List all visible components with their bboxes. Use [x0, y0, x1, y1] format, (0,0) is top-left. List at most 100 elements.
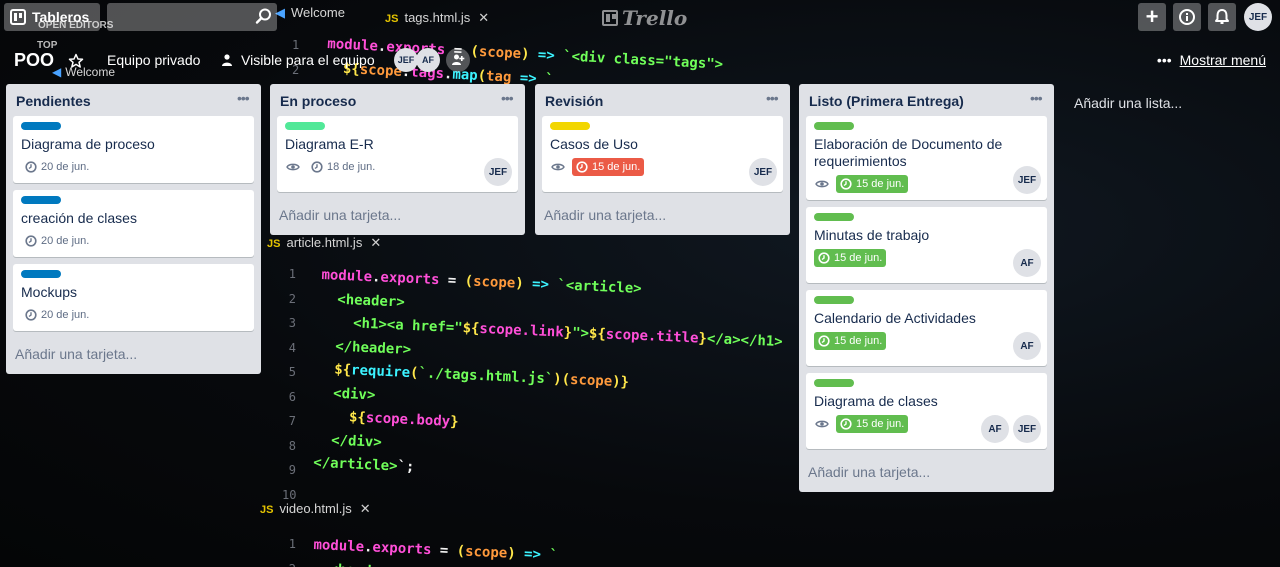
due-date-badge[interactable]: 20 de jun.	[21, 306, 93, 324]
card-label[interactable]	[814, 296, 854, 304]
card-member-avatar[interactable]: JEF	[749, 158, 777, 186]
invite-member-icon[interactable]	[446, 48, 470, 72]
add-card-button[interactable]: Añadir una tarjeta...	[535, 199, 790, 235]
line-numbers-article: 1 2 3 4 5 6 7 8 9 10	[282, 267, 297, 502]
clock-icon	[25, 161, 37, 173]
due-date-text: 18 de jun.	[327, 161, 376, 173]
card-badges: 20 de jun.	[21, 157, 246, 177]
trello-logo-text: Trello	[622, 6, 688, 30]
clock-icon	[840, 178, 852, 190]
card-label[interactable]	[21, 270, 61, 278]
board-team[interactable]: Equipo privado	[107, 52, 200, 68]
due-date-text: 15 de jun.	[834, 252, 883, 264]
card[interactable]: Diagrama de proceso 20 de jun.	[13, 116, 254, 183]
add-card-button[interactable]: Añadir una tarjeta...	[270, 199, 525, 235]
list-3: Revisión ••• Casos de Uso 15 de jun. JEF…	[535, 84, 790, 235]
list-title[interactable]: Pendientes	[16, 93, 91, 109]
card-members: AF	[1013, 332, 1041, 360]
card-members: JEF	[484, 158, 512, 186]
card-title: Diagrama de clases	[814, 393, 938, 409]
due-date-badge[interactable]: 20 de jun.	[21, 158, 93, 176]
list-header: Pendientes •••	[6, 84, 261, 116]
card-badges: 20 de jun.	[21, 305, 246, 325]
card-title: Elaboración de Documento de requerimient…	[814, 136, 1003, 169]
top-navbar: Tableros Trello + JEF	[0, 0, 1280, 34]
board-member-avatar[interactable]: JEF	[394, 48, 418, 72]
card-member-avatar[interactable]: AF	[1013, 249, 1041, 277]
due-date-badge[interactable]: 15 de jun.	[814, 332, 887, 350]
add-card-button[interactable]: Añadir una tarjeta...	[799, 456, 1054, 492]
card[interactable]: Diagrama E-R 18 de jun. JEF	[277, 116, 518, 192]
add-card-button[interactable]: Añadir una tarjeta...	[6, 338, 261, 374]
list-menu-icon[interactable]: •••	[766, 90, 782, 106]
list-menu-icon[interactable]: •••	[1030, 90, 1046, 106]
card-label[interactable]	[550, 122, 590, 130]
clock-icon	[576, 161, 588, 173]
card-members: JEF	[749, 158, 777, 186]
card-label[interactable]	[814, 213, 854, 221]
card-title: creación de clases	[21, 210, 137, 226]
card-label[interactable]	[21, 196, 61, 204]
card-title: Mockups	[21, 284, 78, 300]
add-list-button[interactable]: Añadir una lista...	[1066, 84, 1266, 120]
card[interactable]: Minutas de trabajo 15 de jun. AF	[806, 207, 1047, 283]
card-member-avatar[interactable]: JEF	[1013, 415, 1041, 443]
card-label[interactable]	[21, 122, 61, 130]
card[interactable]: Casos de Uso 15 de jun. JEF	[542, 116, 783, 192]
eye-icon	[814, 177, 830, 191]
user-avatar[interactable]: JEF	[1244, 3, 1272, 31]
editor-tab-video: JS video.html.js ✕	[260, 501, 371, 516]
due-date-badge[interactable]: 15 de jun.	[572, 158, 645, 176]
show-menu-label: Mostrar menú	[1179, 52, 1266, 68]
list-title[interactable]: Revisión	[545, 93, 603, 109]
boards-button[interactable]: Tableros	[4, 3, 100, 31]
bell-icon	[1215, 9, 1229, 24]
card[interactable]: creación de clases 20 de jun.	[13, 190, 254, 257]
card-member-avatar[interactable]: JEF	[1013, 166, 1041, 194]
card-member-avatar[interactable]: AF	[981, 415, 1009, 443]
due-date-badge[interactable]: 15 de jun.	[814, 249, 887, 267]
due-date-badge[interactable]: 15 de jun.	[836, 175, 909, 193]
clock-icon	[311, 161, 323, 173]
more-icon: •••	[1156, 52, 1172, 68]
card[interactable]: Diagrama de clases 15 de jun. AF JEF	[806, 373, 1047, 449]
add-button[interactable]: +	[1138, 3, 1166, 31]
card[interactable]: Elaboración de Documento de requerimient…	[806, 116, 1047, 200]
card-badges: 18 de jun.	[285, 157, 510, 177]
card[interactable]: Calendario de Actividades 15 de jun. AF	[806, 290, 1047, 366]
due-date-badge[interactable]: 20 de jun.	[21, 232, 93, 250]
card-label[interactable]	[814, 122, 854, 130]
board-member-avatar[interactable]: AF	[416, 48, 440, 72]
clock-icon	[818, 252, 830, 264]
trello-logo[interactable]: Trello	[602, 6, 687, 30]
card-member-avatar[interactable]: JEF	[484, 158, 512, 186]
eye-icon	[550, 160, 566, 174]
card-label[interactable]	[285, 122, 325, 130]
notifications-button[interactable]	[1208, 3, 1236, 31]
card-member-avatar[interactable]: AF	[1013, 332, 1041, 360]
card-badges: 20 de jun.	[21, 231, 246, 251]
board-header: POO Equipo privado Visible para el equip…	[0, 44, 1280, 76]
due-date-badge[interactable]: 18 de jun.	[307, 158, 379, 176]
due-date-text: 20 de jun.	[41, 161, 90, 173]
card-title: Casos de Uso	[550, 136, 638, 152]
info-button[interactable]	[1173, 3, 1201, 31]
list-menu-icon[interactable]: •••	[237, 90, 253, 106]
board-visibility[interactable]: Visible para el equipo	[241, 52, 375, 68]
list-title[interactable]: Listo (Primera Entrega)	[809, 93, 964, 109]
card-badges: 15 de jun.	[550, 157, 775, 177]
show-menu-link[interactable]: ••• Mostrar menú	[1157, 52, 1266, 68]
card[interactable]: Mockups 20 de jun.	[13, 264, 254, 331]
search-icon[interactable]	[255, 7, 273, 25]
list-header: En proceso •••	[270, 84, 525, 116]
list-title[interactable]: En proceso	[280, 93, 356, 109]
due-date-text: 15 de jun.	[856, 418, 905, 430]
list-menu-icon[interactable]: •••	[501, 90, 517, 106]
star-icon[interactable]	[68, 53, 84, 69]
due-date-badge[interactable]: 15 de jun.	[836, 415, 909, 433]
card-members: JEF	[1013, 166, 1041, 194]
card-label[interactable]	[814, 379, 854, 387]
search-input[interactable]	[107, 3, 277, 31]
list-header: Revisión •••	[535, 84, 790, 116]
board-title[interactable]: POO	[14, 50, 54, 71]
